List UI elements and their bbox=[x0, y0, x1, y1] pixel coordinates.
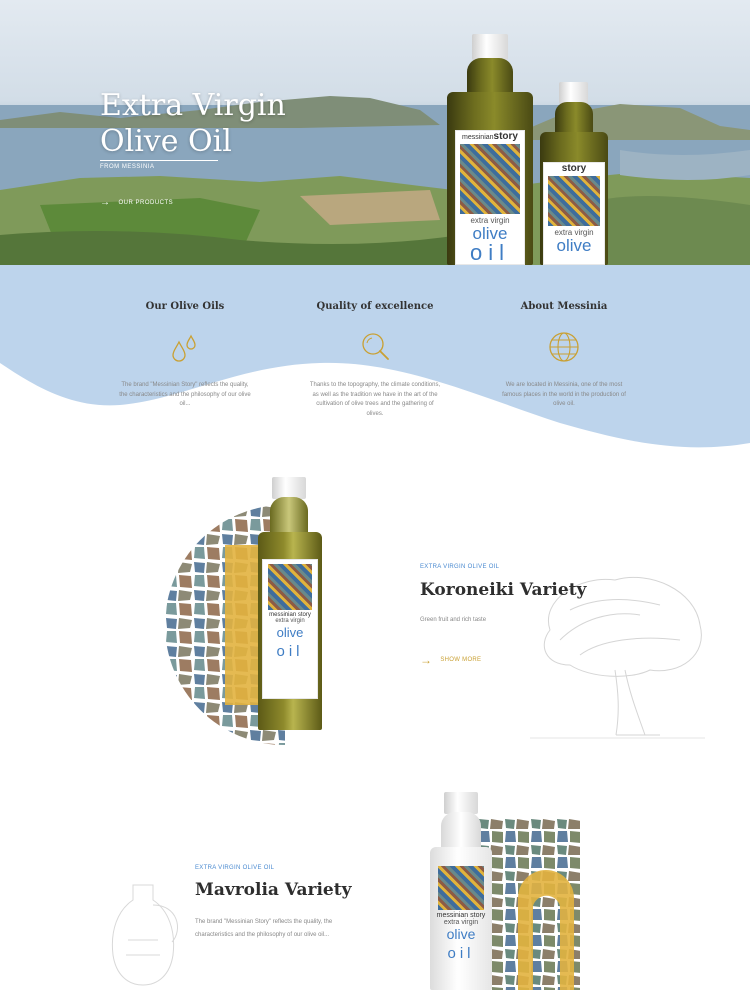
bottle-brand-big: story bbox=[493, 131, 518, 142]
koroneiki-bottle: messinian story extra virgin olive oil bbox=[258, 477, 322, 730]
koroneiki-oil: oil bbox=[276, 643, 304, 660]
feature-text: The brand "Messinian Story" reflects the… bbox=[119, 382, 251, 407]
mosaic-logo-icon bbox=[438, 866, 484, 910]
hero-bottle-small: story extra virgin olive bbox=[540, 82, 608, 265]
mavrolia-brand-story: story bbox=[470, 912, 486, 919]
product1-description: Green fruit and rich taste bbox=[420, 617, 487, 623]
hero-divider bbox=[100, 160, 218, 161]
mosaic-logo-icon bbox=[548, 176, 600, 226]
feature-about-messinia: About Messinia We are located in Messini… bbox=[489, 265, 639, 410]
mosaic-pattern bbox=[478, 818, 580, 990]
feature-quality: Quality of excellence Thanks to the topo… bbox=[300, 265, 450, 419]
product1-title: Koroneiki Variety bbox=[420, 580, 587, 600]
mavrolia-bottle: messinian story extra virgin olive oil bbox=[430, 792, 492, 990]
our-products-link[interactable]: → OUR PRODUCTS bbox=[100, 198, 173, 208]
features-section: Our Olive Oils The brand "Messinian Stor… bbox=[0, 265, 750, 455]
hero-title: Extra Virgin Olive Oil bbox=[100, 88, 340, 160]
product1-tag: EXTRA VIRGIN OLIVE OIL bbox=[420, 564, 500, 570]
mavrolia-extra-virgin: extra virgin bbox=[443, 919, 479, 926]
show-more-label: SHOW MORE bbox=[440, 657, 482, 663]
feature-text: Thanks to the topography, the climate co… bbox=[309, 382, 441, 417]
mavrolia-olive: olive bbox=[446, 926, 476, 942]
mosaic-logo-icon bbox=[268, 564, 312, 610]
product2-description: The brand "Messinian Story" reflects the… bbox=[195, 919, 333, 938]
feature-title: About Messinia bbox=[520, 301, 608, 312]
product2-title: Mavrolia Variety bbox=[195, 880, 352, 900]
globe-icon bbox=[549, 332, 579, 362]
koroneiki-olive: olive bbox=[276, 625, 304, 640]
bottle-oil: oil bbox=[469, 240, 510, 265]
show-more-link[interactable]: → SHOW MORE bbox=[420, 653, 482, 667]
hero-subtitle: FROM MESSINIA bbox=[100, 164, 155, 170]
mavrolia-brand: messinian bbox=[436, 912, 469, 919]
mosaic-logo-icon bbox=[460, 144, 520, 214]
feature-title: Our Olive Oils bbox=[145, 301, 225, 312]
arrow-right-icon: → bbox=[420, 653, 433, 667]
oil-jug-sketch bbox=[111, 884, 179, 986]
hero-banner: Extra Virgin Olive Oil FROM MESSINIA → O… bbox=[0, 0, 750, 265]
mavrolia-oil: oil bbox=[447, 945, 475, 962]
feature-our-olive-oils: Our Olive Oils The brand "Messinian Stor… bbox=[110, 265, 260, 410]
feature-text: We are located in Messinia, one of the m… bbox=[502, 382, 626, 407]
hero-title-line2: Olive Oil bbox=[100, 124, 232, 159]
our-products-label: OUR PRODUCTS bbox=[118, 200, 174, 206]
magnifier-icon bbox=[362, 333, 389, 360]
bottle-olive-small: olive bbox=[556, 236, 592, 255]
hero-title-line1: Extra Virgin bbox=[100, 88, 286, 123]
bottle-brand-small: messinian bbox=[462, 134, 494, 141]
hero-bottle-large: messinianstory extra virgin olive oil bbox=[447, 34, 533, 265]
product2-tag: EXTRA VIRGIN OLIVE OIL bbox=[195, 865, 275, 871]
bottle-brand-big-small: story bbox=[561, 163, 587, 174]
droplets-icon bbox=[172, 334, 196, 362]
arrow-right-icon: → bbox=[100, 197, 111, 208]
feature-title: Quality of excellence bbox=[316, 301, 434, 312]
